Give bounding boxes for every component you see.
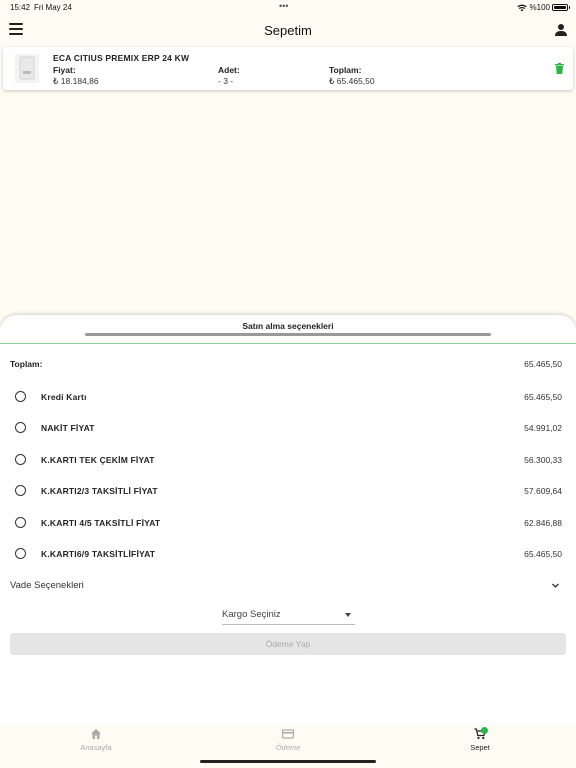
radio-button[interactable]: [15, 454, 26, 465]
nav-item-home[interactable]: Anasayfa: [56, 728, 136, 752]
product-image: [15, 54, 39, 83]
bottom-nav: Anasayfa Ödeme Sepet: [0, 725, 576, 768]
credit-card-icon: [282, 729, 294, 739]
vade-label: Vade Seçenekleri: [10, 580, 84, 591]
purchase-options-sheet: Satın alma seçenekleri Toplam: 65.465,50…: [0, 315, 576, 725]
product-name: ECA CITIUS PREMIX ERP 24 KW: [53, 53, 190, 63]
nav-label-cart: Sepet: [470, 743, 490, 752]
option-value: 57.609,64: [524, 486, 562, 496]
radio-button[interactable]: [15, 422, 26, 433]
home-indicator: [200, 760, 376, 763]
sheet-title: Satın alma seçenekleri: [242, 321, 334, 331]
radio-button[interactable]: [15, 517, 26, 528]
nav-item-cart[interactable]: Sepet: [440, 727, 520, 752]
nav-item-payment[interactable]: Ödeme: [248, 728, 328, 752]
item-total-label: Toplam:: [329, 65, 362, 75]
payment-option-2-3-taksit[interactable]: K.KARTI2/3 TAKSİTLİ FİYAT 57.609,64: [0, 484, 576, 504]
radio-button[interactable]: [15, 391, 26, 402]
sheet-drag-handle[interactable]: [85, 333, 491, 336]
app-header: Sepetim: [0, 14, 576, 46]
vade-options-expander[interactable]: Vade Seçenekleri: [10, 580, 560, 594]
status-right: %100: [516, 3, 550, 12]
quantity-label: Adet:: [218, 65, 240, 75]
radio-button[interactable]: [15, 485, 26, 496]
status-time: 15:42: [10, 3, 31, 12]
cargo-select[interactable]: Kargo Seçiniz: [222, 609, 355, 625]
nav-label-home: Anasayfa: [80, 743, 112, 752]
option-name: NAKİT FİYAT: [41, 423, 95, 433]
trash-icon[interactable]: [555, 63, 564, 74]
cargo-select-label: Kargo Seçiniz: [222, 609, 281, 620]
battery-percent: %100: [529, 3, 550, 12]
payment-option-tek-cekim[interactable]: K.KARTI TEK ÇEKİM FİYAT 56.300,33: [0, 453, 576, 473]
option-value: 65.465,50: [524, 549, 562, 559]
status-date: Fri May 24: [34, 3, 72, 12]
radio-button[interactable]: [15, 548, 26, 559]
caret-down-icon: [345, 613, 351, 617]
payment-option-nakit[interactable]: NAKİT FİYAT 54.991,02: [0, 421, 576, 441]
battery-icon: [552, 4, 570, 11]
page-title: Sepetim: [264, 23, 312, 38]
option-name: K.KARTI TEK ÇEKİM FİYAT: [41, 455, 155, 465]
chevron-down-icon: [552, 583, 559, 588]
sheet-divider: [0, 343, 576, 344]
option-name: Kredi Kartı: [41, 392, 87, 402]
price-value: ₺ 18.184,86: [53, 76, 99, 86]
quantity-stepper[interactable]: - 3 -: [218, 76, 233, 86]
status-bar: 15:42 Fri May 24 ••• %100: [0, 0, 576, 14]
cart-badge: [481, 727, 488, 734]
option-value: 62.846,88: [524, 518, 562, 528]
option-value: 54.991,02: [524, 423, 562, 433]
payment-option-6-9-taksit[interactable]: K.KARTI6/9 TAKSİTLİFİYAT 65.465,50: [0, 547, 576, 567]
option-name: K.KARTI6/9 TAKSİTLİFİYAT: [41, 549, 156, 559]
option-name: K.KARTI 4/5 TAKSİTLİ FİYAT: [41, 518, 161, 528]
home-icon: [91, 729, 101, 739]
cart-item-card[interactable]: ECA CITIUS PREMIX ERP 24 KW Fiyat: ₺ 18.…: [3, 47, 573, 90]
item-total-value: ₺ 65.465,50: [329, 76, 375, 86]
option-value: 65.465,50: [524, 392, 562, 402]
pay-button[interactable]: Ödeme Yap: [10, 633, 566, 655]
payment-option-kredi-karti[interactable]: Kredi Kartı 65.465,50: [0, 390, 576, 410]
nav-label-payment: Ödeme: [275, 743, 301, 752]
total-value: 65.465,50: [524, 359, 562, 369]
price-label: Fiyat:: [53, 65, 76, 75]
payment-option-4-5-taksit[interactable]: K.KARTI 4/5 TAKSİTLİ FİYAT 62.846,88: [0, 516, 576, 536]
user-icon[interactable]: [554, 23, 568, 37]
option-name: K.KARTI2/3 TAKSİTLİ FİYAT: [41, 486, 158, 496]
option-value: 56.300,33: [524, 455, 562, 465]
total-label: Toplam:: [10, 359, 43, 369]
wifi-icon: [516, 4, 527, 11]
multitask-dots[interactable]: •••: [279, 1, 288, 11]
